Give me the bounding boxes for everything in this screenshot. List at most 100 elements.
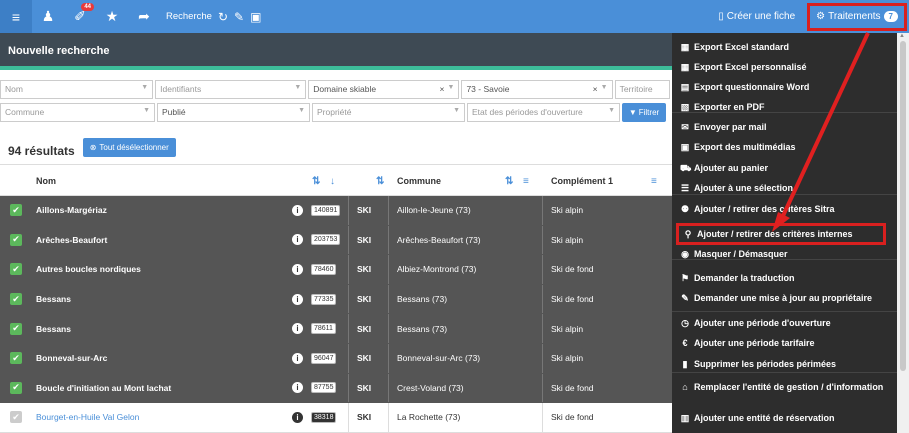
menu-item-15[interactable]: ▮ Supprimer les périodes périmées: [672, 359, 897, 370]
sort-desc-icon[interactable]: ↓: [330, 176, 335, 187]
row-checkbox[interactable]: ✔: [10, 352, 22, 365]
info-icon[interactable]: i: [292, 263, 303, 275]
row-checkbox[interactable]: ✔: [10, 381, 22, 394]
info-icon[interactable]: i: [292, 234, 303, 246]
chevron-down-icon[interactable]: ▼: [141, 84, 148, 91]
clear-icon[interactable]: ×: [593, 84, 598, 94]
row-checkbox[interactable]: ✔: [10, 322, 22, 335]
info-icon[interactable]: i: [292, 411, 303, 423]
menu-item-5[interactable]: ▣ Export des multimédias: [672, 142, 897, 153]
search-label[interactable]: Recherche: [166, 11, 212, 22]
row-checkbox[interactable]: ✔: [10, 263, 22, 276]
menu-item-10[interactable]: ◉ Masquer / Démasquer: [672, 249, 897, 260]
menu-item-3[interactable]: ▧ Exporter en PDF: [672, 102, 897, 113]
row-name[interactable]: Autres boucles nordiques: [36, 264, 141, 274]
scroll-up-icon[interactable]: ▲: [899, 33, 905, 39]
row-name[interactable]: Aillons-Margériaz: [36, 205, 107, 215]
info-icon[interactable]: i: [292, 352, 303, 364]
filter-row1-4[interactable]: Territoire: [614, 80, 670, 99]
chevron-down-icon[interactable]: ▼: [448, 84, 455, 91]
menu-item-14[interactable]: € Ajouter une période tarifaire: [672, 338, 897, 349]
chevron-down-icon[interactable]: ▼: [601, 84, 608, 91]
create-sheet-button[interactable]: ▯ Créer une fiche: [718, 11, 795, 22]
menu-item-16[interactable]: ⌂ Remplacer l'entité de gestion / d'infor…: [672, 382, 897, 393]
column-divider: [348, 196, 349, 225]
menu-item-9[interactable]: ⚲ Ajouter / retirer des critères internes: [676, 223, 886, 245]
chevron-down-icon[interactable]: ▼: [453, 107, 460, 114]
row-checkbox[interactable]: ✔: [10, 293, 22, 306]
sort-commune-icon[interactable]: ⇅: [505, 176, 513, 187]
star-icon[interactable]: ★: [96, 0, 128, 33]
column-header-name[interactable]: Nom: [36, 176, 56, 186]
row-checkbox[interactable]: ✔: [10, 411, 22, 424]
save-icon[interactable]: ▣: [250, 10, 261, 24]
row-name[interactable]: Arêches-Beaufort: [36, 235, 107, 245]
filter-row2-1[interactable]: Publié ▼: [157, 103, 310, 122]
table-row[interactable]: ✔ Boucle d'initiation au Mont lachat i 8775…: [0, 373, 672, 404]
menu-icon[interactable]: ≡: [0, 0, 32, 33]
filter-row2-3[interactable]: Etat des périodes d'ouverture ▼: [467, 103, 620, 122]
table-row[interactable]: ✔ Bessans i 78611 SKI Bessans (73) Ski alpin: [0, 314, 672, 344]
row-name[interactable]: Bonneval-sur-Arc: [36, 353, 107, 363]
row-name[interactable]: Bessans: [36, 324, 71, 334]
menu-item-label: Ajouter une période tarifaire: [694, 338, 815, 348]
deselect-all-button[interactable]: ⊗ Tout désélectionner: [82, 137, 176, 157]
menu-item-13[interactable]: ◷ Ajouter une période d'ouverture: [672, 318, 897, 329]
menu-divider: [672, 311, 897, 312]
user-icon[interactable]: ♟: [32, 0, 64, 33]
scroll-thumb[interactable]: [900, 41, 906, 371]
menu-item-0[interactable]: ▦ Export Excel standard: [672, 42, 897, 53]
pencil-icon[interactable]: ✎: [234, 10, 244, 24]
menu-item-8[interactable]: ⚉ Ajouter / retirer des critères Sitra: [672, 204, 897, 215]
menu-item-4[interactable]: ✉ Envoyer par mail: [672, 122, 897, 133]
traitements-button[interactable]: ⚙ Traitements 7: [807, 2, 907, 31]
row-name[interactable]: Bessans: [36, 294, 71, 304]
chevron-down-icon[interactable]: ▼: [608, 107, 615, 114]
info-icon[interactable]: i: [292, 293, 303, 305]
menu-item-11[interactable]: ⚑ Demander la traduction: [672, 273, 897, 284]
table-row[interactable]: ✔ Bonneval-sur-Arc i 96047 SKI Bonneval-sur-A…: [0, 343, 672, 374]
sort-complement-icon[interactable]: ≡: [651, 176, 657, 187]
sort-icon[interactable]: ⇅: [376, 176, 384, 187]
notification-badge: 44: [81, 3, 94, 11]
row-name[interactable]: Boucle d'initiation au Mont lachat: [36, 383, 171, 393]
info-icon[interactable]: i: [292, 323, 303, 335]
row-name[interactable]: Bourget-en-Huile Val Gelon: [36, 412, 139, 422]
table-row[interactable]: ✔ Bessans i 77335 SKI Bessans (73) Ski de fond: [0, 284, 672, 315]
row-checkbox[interactable]: ✔: [10, 233, 22, 246]
filter-row1-0[interactable]: Nom ▼: [0, 80, 154, 99]
filter-row1-3[interactable]: 73 - Savoie × ▼: [461, 80, 613, 99]
sort-commune-lines-icon[interactable]: ≡: [523, 176, 529, 187]
share-icon[interactable]: ➦: [128, 0, 160, 33]
filter-row2-2[interactable]: Propriété ▼: [312, 103, 465, 122]
filter-text: Domaine skiable: [313, 84, 377, 94]
row-checkbox[interactable]: ✔: [10, 204, 22, 217]
menu-item-17[interactable]: ▥ Ajouter une entité de réservation: [672, 413, 897, 424]
table-row[interactable]: ✔ Autres boucles nordiques i 78460 SKI Albiez…: [0, 255, 672, 285]
table-row[interactable]: ✔ Aillons-Margériaz i 140891 SKI Aillon-le-Je…: [0, 196, 672, 226]
filter-row2-0[interactable]: Commune ▼: [0, 103, 155, 122]
menu-item-2[interactable]: ▤ Export questionnaire Word: [672, 82, 897, 93]
refresh-icon[interactable]: ↻: [218, 10, 228, 24]
filter-button[interactable]: ▼ Filtrer: [622, 103, 666, 122]
notifications-icon[interactable]: ✐ 44: [64, 0, 96, 33]
clear-icon[interactable]: ×: [439, 84, 444, 94]
chevron-down-icon[interactable]: ▼: [294, 84, 301, 91]
menu-item-6[interactable]: ⛟ Ajouter au panier: [672, 163, 897, 174]
filter-row1-1[interactable]: Identifiants ▼: [155, 80, 307, 99]
column-divider: [388, 373, 389, 403]
chevron-down-icon[interactable]: ▼: [298, 107, 305, 114]
chevron-down-icon[interactable]: ▼: [143, 107, 150, 114]
info-icon[interactable]: i: [292, 382, 303, 394]
menu-item-12[interactable]: ✎ Demander une mise à jour au propriétair…: [672, 293, 897, 304]
table-row[interactable]: ✔ Bourget-en-Huile Val Gelon i 38318 SKI La R…: [0, 403, 672, 433]
column-header-complement[interactable]: Complément 1: [551, 176, 613, 186]
menu-item-7[interactable]: ☰ Ajouter à une sélection: [672, 183, 897, 194]
scrollbar[interactable]: ▲: [897, 33, 909, 433]
filter-row1-2[interactable]: Domaine skiable × ▼: [308, 80, 460, 99]
menu-item-1[interactable]: ▦ Export Excel personnalisé: [672, 62, 897, 73]
column-header-commune[interactable]: Commune: [397, 176, 441, 186]
table-row[interactable]: ✔ Arêches-Beaufort i 203753 SKI Arêches-Beauf…: [0, 225, 672, 256]
info-icon[interactable]: i: [292, 204, 303, 216]
sort-asc-icon[interactable]: ⇅: [312, 176, 320, 187]
